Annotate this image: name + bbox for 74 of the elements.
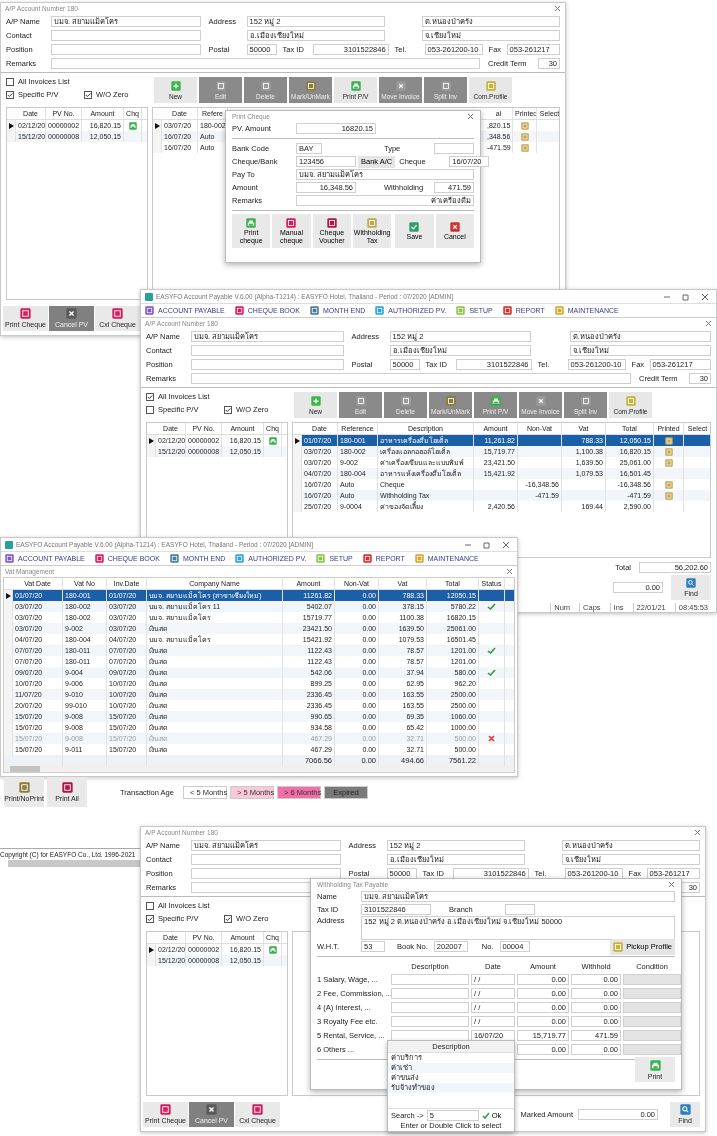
checkbox[interactable]: [146, 901, 154, 910]
row-pointer-icon: [8, 122, 14, 129]
checkbox[interactable]: [84, 90, 92, 99]
scrollbar-thumb[interactable]: [10, 766, 40, 772]
row-header[interactable]: [4, 590, 13, 601]
square-frame-icon: [18, 782, 30, 793]
condition-dropdown[interactable]: [623, 1043, 681, 1055]
row-pointer-icon: [154, 122, 160, 129]
row-header[interactable]: [293, 435, 302, 446]
printer-icon: [128, 121, 137, 130]
row-header[interactable]: [147, 944, 156, 955]
input-field[interactable]: [51, 29, 201, 41]
app-logo-icon: [5, 540, 13, 549]
input-field[interactable]: [191, 344, 344, 356]
condition-dropdown[interactable]: [623, 973, 681, 985]
row-header[interactable]: [7, 120, 16, 131]
description-dropdown[interactable]: [391, 1001, 469, 1013]
checkbox[interactable]: [146, 405, 154, 414]
cross-icon: [206, 1104, 217, 1115]
plus-icon: [310, 395, 321, 406]
row-pointer-icon: [294, 437, 300, 444]
branch-field[interactable]: [505, 904, 535, 915]
close-icon[interactable]: [694, 829, 701, 836]
row-header[interactable]: [147, 435, 156, 446]
row-pointer-icon: [5, 592, 11, 599]
check-mark-icon: [409, 221, 420, 232]
printer-icon: [246, 217, 257, 228]
check-mark-icon: [481, 1111, 490, 1119]
app-logo-icon: [145, 292, 153, 301]
close-icon[interactable]: [668, 881, 675, 888]
printer-icon: [350, 80, 361, 91]
description-dropdown[interactable]: [391, 987, 469, 999]
checkbox[interactable]: [224, 914, 232, 923]
checkbox[interactable]: [146, 914, 154, 923]
search-icon: [686, 578, 696, 588]
plus-icon: [170, 80, 181, 91]
remarks-field[interactable]: [51, 57, 480, 69]
row-pointer-icon: [148, 946, 154, 953]
printer-icon: [268, 945, 277, 954]
row-header[interactable]: [153, 120, 162, 131]
close-icon[interactable]: [554, 5, 561, 12]
checkbox[interactable]: [146, 392, 154, 401]
input-field[interactable]: [191, 853, 341, 865]
condition-dropdown[interactable]: [623, 1029, 681, 1041]
close-icon[interactable]: [506, 568, 513, 575]
checkbox[interactable]: [224, 405, 232, 414]
cross-icon: [449, 221, 460, 232]
type-dropdown[interactable]: [434, 143, 474, 154]
input-field[interactable]: [51, 43, 201, 55]
printer-icon: [268, 436, 277, 445]
close-icon[interactable]: [467, 113, 474, 120]
search-icon: [679, 1104, 691, 1115]
printer-icon: [649, 1059, 661, 1071]
square-frame-icon: [445, 395, 456, 406]
check-mark-icon: [487, 603, 496, 610]
description-dropdown[interactable]: [391, 973, 469, 985]
close-icon[interactable]: [705, 320, 712, 327]
printer-icon: [490, 395, 501, 406]
condition-dropdown[interactable]: [623, 987, 681, 999]
cross-icon: [66, 308, 77, 319]
check-mark-icon: [487, 669, 496, 676]
row-pointer-icon: [148, 437, 154, 444]
checkbox[interactable]: [6, 90, 14, 99]
description-dropdown[interactable]: [391, 1029, 469, 1041]
square-frame-icon: [305, 80, 316, 91]
cross-icon: [488, 735, 495, 742]
input-field[interactable]: [191, 358, 344, 370]
remarks-field[interactable]: [191, 372, 631, 384]
checkbox[interactable]: [6, 77, 14, 86]
description-dropdown[interactable]: [391, 1015, 469, 1027]
condition-dropdown[interactable]: [623, 1001, 681, 1013]
condition-dropdown[interactable]: [623, 1015, 681, 1027]
input-field[interactable]: [191, 867, 341, 879]
check-mark-icon: [487, 647, 496, 654]
